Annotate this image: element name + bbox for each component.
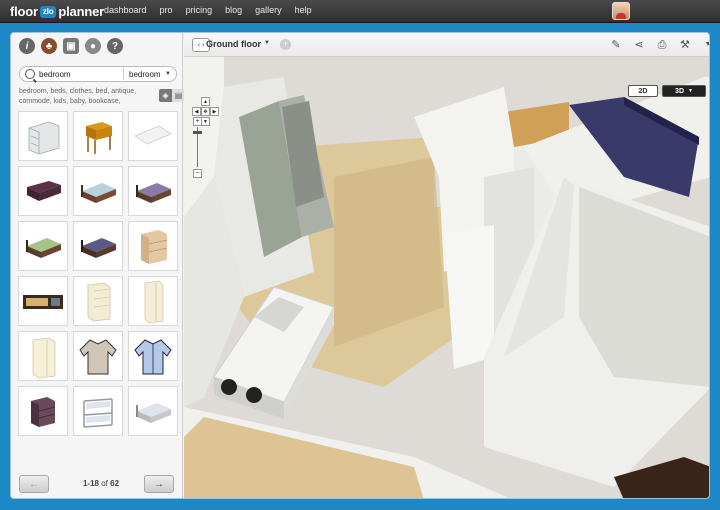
- arrow-right-icon[interactable]: ▶: [210, 107, 219, 116]
- canvas-actions: ✎ ⋖ ⎙ ⚒ ▼: [608, 38, 709, 52]
- search-divider: [123, 68, 124, 80]
- zoom-thumb[interactable]: [193, 131, 202, 134]
- long-cabinet-icon[interactable]: [18, 276, 68, 326]
- top-navigation-bar: floor zlo planner dashboard pro pricing …: [0, 0, 720, 23]
- add-floor-icon[interactable]: +: [280, 39, 291, 50]
- editor-window: i ♣ ▣ ● ? bedroom bedroom ▼ bedroom, bed…: [10, 32, 710, 499]
- furniture-icon[interactable]: ♣: [41, 38, 57, 54]
- sweater-icon[interactable]: [73, 331, 123, 381]
- page-of: of: [101, 479, 108, 488]
- dark-bed-icon[interactable]: [18, 166, 68, 216]
- chevron-down-icon[interactable]: ▼: [165, 71, 171, 77]
- page-range: 1-18: [82, 479, 99, 488]
- nav-pro[interactable]: pro: [160, 5, 173, 15]
- share-icon[interactable]: ⋖: [631, 38, 647, 52]
- nav-pricing[interactable]: pricing: [186, 5, 213, 15]
- paint-icon[interactable]: ●: [85, 38, 101, 54]
- logo-text-right: planner: [58, 4, 104, 19]
- wrench-icon[interactable]: ⚒: [677, 38, 693, 52]
- chest-of-drawers-icon[interactable]: [128, 221, 178, 271]
- page-indicator: 1-18 of 62: [66, 479, 136, 488]
- search-icon: [25, 69, 35, 79]
- floorplanner-logo[interactable]: floor zlo planner: [10, 3, 104, 20]
- bunk-bed-icon[interactable]: [73, 386, 123, 436]
- chevron-down-icon[interactable]: ▼: [264, 40, 270, 46]
- eraser-icon[interactable]: ✎: [608, 38, 624, 52]
- library-view-toggle: ◈ ▤: [159, 89, 185, 102]
- main-nav: dashboard pro pricing blog gallery help: [104, 5, 325, 15]
- arrow-left-icon[interactable]: ◀: [192, 107, 201, 116]
- nav-dashboard[interactable]: dashboard: [104, 5, 147, 15]
- zoom-out-icon[interactable]: −: [193, 169, 202, 178]
- view-mode-switch: 2D 3D ▼: [628, 85, 706, 97]
- search-bar: bedroom bedroom ▼: [19, 66, 177, 82]
- 3d-button[interactable]: 3D ▼: [662, 85, 706, 97]
- library-toolbar: i ♣ ▣ ● ?: [11, 33, 183, 59]
- nav-blog[interactable]: blog: [225, 5, 242, 15]
- navy-bed-icon[interactable]: [73, 221, 123, 271]
- zoom-slider[interactable]: + −: [193, 117, 202, 178]
- arrow-down-icon[interactable]: ▼: [201, 117, 210, 126]
- shirt-icon[interactable]: [128, 331, 178, 381]
- logo-text-left: floor: [10, 4, 38, 19]
- floor-selector[interactable]: Ground floor: [206, 39, 261, 49]
- design-canvas: ‹ › Ground floor ▼ + ✎ ⋖ ⎙ ⚒ ▼: [184, 33, 709, 498]
- search-input[interactable]: bedroom: [39, 70, 123, 79]
- purple-bed-icon[interactable]: [128, 166, 178, 216]
- 3d-button-label: 3D: [675, 87, 684, 95]
- chevron-down-icon: ▼: [688, 88, 693, 94]
- cream-wardrobe-icon[interactable]: [128, 276, 178, 326]
- chevron-down-icon[interactable]: ▼: [700, 38, 709, 52]
- green-bed-icon[interactable]: [18, 221, 68, 271]
- next-page-button[interactable]: →: [144, 475, 174, 493]
- dresser-icon[interactable]: [18, 111, 68, 161]
- white-wardrobe-icon[interactable]: [18, 331, 68, 381]
- canvas-toolbar: ‹ › Ground floor ▼ + ✎ ⋖ ⎙ ⚒ ▼: [184, 33, 709, 57]
- nightstand-icon[interactable]: [18, 386, 68, 436]
- library-panel: i ♣ ▣ ● ? bedroom bedroom ▼ bedroom, bed…: [11, 33, 185, 498]
- category-select[interactable]: bedroom: [129, 70, 163, 79]
- pagination: ← 1-18 of 62 →: [11, 475, 183, 497]
- single-bed-icon[interactable]: [128, 386, 178, 436]
- nav-help[interactable]: help: [295, 5, 312, 15]
- furniture-grid: [18, 111, 180, 436]
- mat-icon[interactable]: [128, 111, 178, 161]
- nav-gallery[interactable]: gallery: [255, 5, 282, 15]
- blue-bed-icon[interactable]: [73, 166, 123, 216]
- arrow-up-icon[interactable]: ▲: [201, 97, 210, 106]
- info-icon[interactable]: i: [19, 38, 35, 54]
- zoom-in-icon[interactable]: +: [193, 117, 202, 126]
- logo-badge: zlo: [39, 5, 57, 18]
- tag-list[interactable]: bedroom, beds, clothes, bed, antique, co…: [19, 87, 143, 107]
- page-total: 62: [110, 479, 120, 488]
- photo-icon[interactable]: ▣: [63, 38, 79, 54]
- user-avatar[interactable]: [612, 2, 630, 20]
- room-render: [184, 57, 709, 498]
- 2d-button[interactable]: 2D: [628, 85, 658, 97]
- print-icon[interactable]: ⎙: [654, 38, 670, 52]
- prev-page-button[interactable]: ←: [19, 475, 49, 493]
- side-table-icon[interactable]: [73, 111, 123, 161]
- 3d-view[interactable]: ▲ ◀ ✥ ▶ ▼ + − 2D 3D ▼: [184, 57, 709, 498]
- help-icon[interactable]: ?: [107, 38, 123, 54]
- recenter-icon[interactable]: ✥: [201, 107, 210, 116]
- 3d-view-icon[interactable]: ◈: [159, 89, 172, 102]
- cream-cabinet-icon[interactable]: [73, 276, 123, 326]
